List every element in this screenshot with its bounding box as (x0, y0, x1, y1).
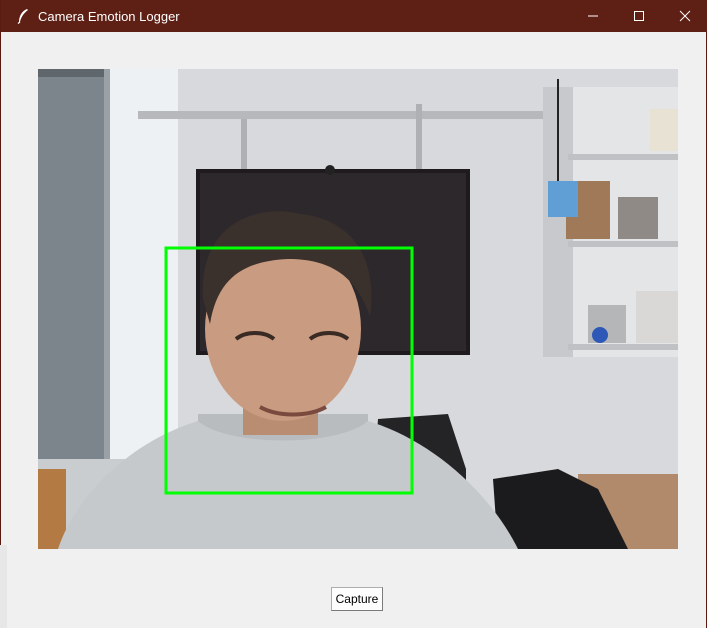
close-icon (679, 10, 691, 22)
feather-icon (17, 9, 28, 24)
camera-feed (38, 69, 678, 549)
capture-button[interactable]: Capture (331, 587, 383, 611)
maximize-icon (634, 11, 644, 21)
camera-frame (38, 69, 678, 549)
app-window: Camera Emotion Logger Capture (0, 0, 707, 628)
maximize-button[interactable] (616, 0, 662, 32)
minimize-icon (588, 15, 598, 17)
title-bar[interactable]: Camera Emotion Logger (1, 0, 707, 32)
desktop-edge (0, 545, 7, 628)
close-button[interactable] (662, 0, 707, 32)
minimize-button[interactable] (570, 0, 616, 32)
window-title: Camera Emotion Logger (38, 9, 180, 24)
